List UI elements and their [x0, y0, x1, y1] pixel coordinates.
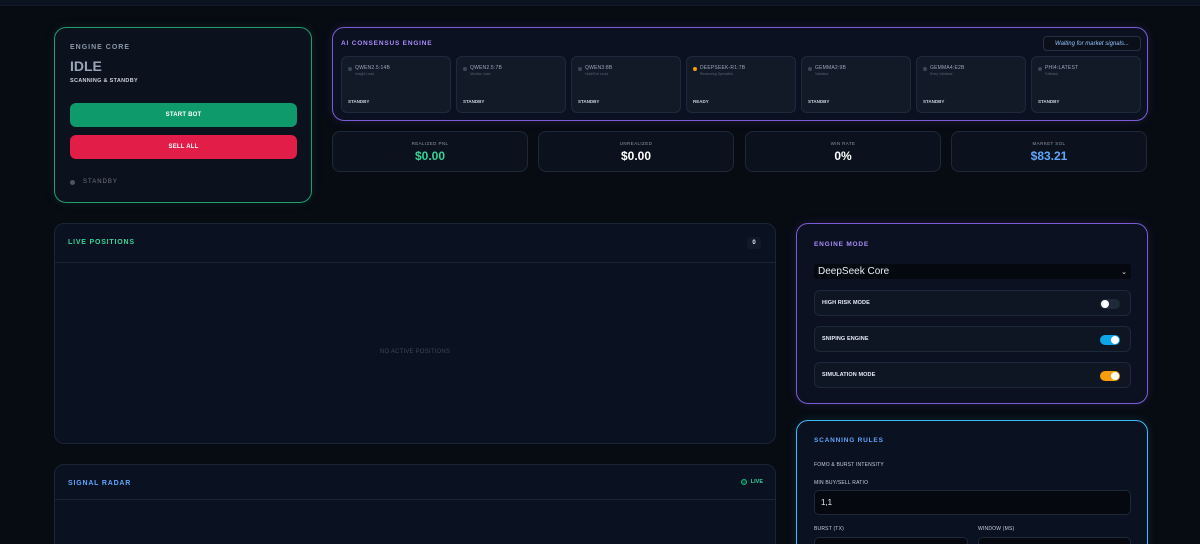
stat-realized-pnl: REALIZED PNL $0.00	[332, 131, 528, 172]
model-role: Fallback	[1045, 72, 1059, 76]
stat-value: $0.00	[620, 149, 652, 163]
model-card[interactable]: GEMMA4:E2B Entry Validator STANDBY	[916, 56, 1026, 113]
stat-label: WIN RATE	[830, 141, 856, 146]
model-role: Hold/Exit Lead	[585, 72, 608, 76]
model-role: Validator	[815, 72, 829, 76]
engine-substate: SCANNING & STANDBY	[70, 78, 138, 84]
chevron-down-icon: ⌄	[1121, 268, 1127, 276]
empty-state-text: NO ACTIVE POSITIONS	[379, 349, 451, 355]
model-role: Entry Validator	[930, 72, 953, 76]
model-name: QWEN3:8B	[585, 65, 613, 71]
toggle-knob	[1111, 336, 1119, 344]
positions-count-badge: 0	[747, 237, 761, 249]
section-heading: FOMO & BURST INTENSITY	[814, 462, 884, 468]
engine-mode-select[interactable]: DeepSeek Core ⌄	[814, 264, 1131, 279]
toggle-knob	[1111, 372, 1119, 380]
toggle-knob	[1101, 300, 1109, 308]
model-state: READY	[693, 99, 709, 104]
model-state: STANDBY	[463, 99, 485, 104]
toggle-row-simulation: SIMULATION MODE	[814, 362, 1131, 388]
model-card[interactable]: PHI4:LATEST Fallback STANDBY	[1031, 56, 1141, 113]
model-status-dot-icon	[923, 67, 927, 71]
model-status-dot-icon	[808, 67, 812, 71]
top-bar	[0, 0, 1200, 6]
scanning-rules-title: SCANNING RULES	[814, 437, 884, 444]
toggle-label: SIMULATION MODE	[822, 372, 876, 378]
model-status-dot-icon	[463, 67, 467, 71]
engine-mode-panel: ENGINE MODE DeepSeek Core ⌄ HIGH RISK MO…	[796, 223, 1148, 404]
engine-mode-title: ENGINE MODE	[814, 241, 870, 248]
model-name: GEMMA4:E2B	[930, 65, 965, 71]
live-dot-icon	[740, 479, 747, 485]
stat-label: UNREALIZED	[619, 141, 653, 146]
signal-radar-title: SIGNAL RADAR	[68, 480, 132, 487]
model-name: QWEN2.5:14B	[355, 65, 390, 71]
scanning-rules-panel: SCANNING RULES FOMO & BURST INTENSITY MI…	[796, 420, 1148, 544]
simulation-mode-toggle[interactable]	[1100, 371, 1120, 381]
stat-value: $83.21	[1030, 149, 1068, 163]
model-role: Insight Lead	[355, 72, 375, 76]
live-positions-title: LIVE POSITIONS	[68, 239, 135, 246]
start-bot-button[interactable]: START BOT	[70, 103, 297, 127]
high-risk-toggle[interactable]	[1100, 299, 1120, 309]
ai-consensus-panel: AI CONSENSUS ENGINE Waiting for market s…	[332, 27, 1148, 121]
model-state: STANDBY	[1038, 99, 1060, 104]
model-card[interactable]: QWEN2.5:7B Monitor Lead STANDBY	[456, 56, 566, 113]
min-ratio-label: MIN BUY/SELL RATIO	[814, 480, 869, 486]
model-role: Monitor Lead	[470, 72, 491, 76]
divider	[55, 262, 775, 263]
stat-value: $0.00	[414, 149, 446, 163]
engine-core-panel: ENGINE CORE IDLE SCANNING & STANDBY STAR…	[54, 27, 312, 203]
model-state: STANDBY	[808, 99, 830, 104]
toggle-row-sniping: SNIPING ENGINE	[814, 326, 1131, 352]
sell-all-button[interactable]: SELL ALL	[70, 135, 297, 159]
model-name: QWEN2.5:7B	[470, 65, 503, 71]
stat-label: MARKET SOL	[1032, 141, 1066, 146]
engine-mode-selected: DeepSeek Core	[818, 266, 890, 277]
engine-state: IDLE	[70, 58, 102, 74]
sniping-engine-toggle[interactable]	[1100, 335, 1120, 345]
model-role: Reasoning Specialist	[700, 72, 733, 76]
model-name: DEEPSEEK-R1:7B	[700, 65, 746, 71]
model-card[interactable]: DEEPSEEK-R1:7B Reasoning Specialist READ…	[686, 56, 796, 113]
stat-value: 0%	[834, 149, 852, 163]
burst-input[interactable]	[814, 537, 968, 544]
window-label: WINDOW (MS)	[978, 526, 1015, 532]
model-status-dot-icon	[348, 67, 352, 71]
stat-market-sol: MARKET SOL $83.21	[951, 131, 1147, 172]
ai-consensus-title: AI CONSENSUS ENGINE	[341, 40, 433, 47]
window-input[interactable]	[978, 537, 1131, 544]
model-name: GEMMA2:9B	[815, 65, 846, 71]
model-state: STANDBY	[578, 99, 600, 104]
model-name: PHI4:LATEST	[1045, 65, 1079, 71]
live-indicator: LIVE	[740, 479, 763, 485]
status-dot-icon	[70, 179, 75, 185]
live-label: LIVE	[750, 479, 763, 485]
toggle-row-high-risk: HIGH RISK MODE	[814, 290, 1131, 316]
signal-radar-panel: SIGNAL RADAR LIVE	[54, 464, 776, 544]
toggle-label: HIGH RISK MODE	[822, 300, 870, 306]
stat-win-rate: WIN RATE 0%	[745, 131, 941, 172]
stat-label: REALIZED PNL	[411, 141, 449, 146]
engine-status: STANDBY	[70, 179, 118, 185]
model-state: STANDBY	[348, 99, 370, 104]
stat-unrealized: UNREALIZED $0.00	[538, 131, 734, 172]
divider	[55, 499, 775, 500]
model-status-dot-icon	[578, 67, 582, 71]
engine-status-text: STANDBY	[83, 179, 118, 185]
model-card[interactable]: GEMMA2:9B Validator STANDBY	[801, 56, 911, 113]
burst-label: BURST (TX)	[814, 526, 844, 532]
model-card[interactable]: QWEN2.5:14B Insight Lead STANDBY	[341, 56, 451, 113]
model-card[interactable]: QWEN3:8B Hold/Exit Lead STANDBY	[571, 56, 681, 113]
live-positions-panel: LIVE POSITIONS 0 NO ACTIVE POSITIONS	[54, 223, 776, 444]
model-status-dot-icon	[693, 67, 697, 71]
model-state: STANDBY	[923, 99, 945, 104]
engine-core-title: ENGINE CORE	[70, 44, 131, 51]
toggle-label: SNIPING ENGINE	[822, 336, 869, 342]
model-status-dot-icon	[1038, 67, 1042, 71]
min-ratio-input[interactable]: 1,1	[814, 490, 1131, 515]
ai-consensus-status: Waiting for market signals...	[1043, 36, 1141, 51]
model-list: QWEN2.5:14B Insight Lead STANDBY QWEN2.5…	[341, 56, 1141, 113]
